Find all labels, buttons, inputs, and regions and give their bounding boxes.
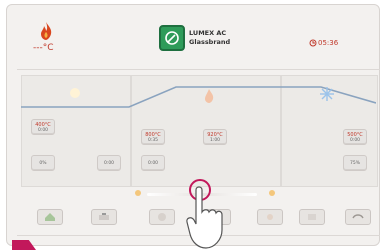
slider-end-dot: [269, 190, 275, 196]
cooling-rate-tile[interactable]: 75%: [343, 155, 367, 171]
current-temperature: ---°C: [33, 43, 54, 53]
temperature-curve: [21, 86, 376, 108]
device-subtitle: Glassbrand: [189, 38, 231, 46]
flame-icon-small: [205, 89, 214, 103]
timer-readout: 05:36: [318, 39, 339, 47]
firing-curve: 400°C 0:00 0% 0:00 800°C 0:35 920°C 1:00 0:…: [21, 75, 378, 187]
list-icon: [308, 214, 316, 220]
night-button[interactable]: [149, 209, 175, 225]
pointing-hand-icon: [186, 179, 223, 249]
back-arrow-icon: [352, 214, 364, 219]
night-icon: [158, 213, 166, 221]
clock-icon: [309, 39, 317, 47]
edit-icon: [99, 213, 109, 220]
list-button[interactable]: [299, 209, 325, 225]
cooling-temp-tile[interactable]: 500°C 0:00: [343, 129, 367, 145]
slider-start-dot: [135, 190, 141, 196]
brand-logo: [159, 25, 185, 51]
header-divider: [17, 69, 380, 70]
home-button[interactable]: [37, 209, 63, 225]
firing-hold-tile[interactable]: 0:00: [141, 155, 165, 171]
snowflake-icon: [320, 87, 334, 101]
preheat-hold-tile[interactable]: 0:00: [97, 155, 121, 171]
device-name: LUMEX AC: [189, 29, 227, 37]
back-button[interactable]: [345, 209, 371, 225]
firing-temp2-tile[interactable]: 920°C 1:00: [203, 129, 227, 145]
sun-button[interactable]: [257, 209, 283, 225]
firing-temp1-tile[interactable]: 800°C 0:35: [141, 129, 165, 145]
sun-icon: [267, 214, 273, 220]
furnace-logo-icon: [165, 31, 179, 45]
flame-icon: [41, 22, 52, 40]
home-icon: [45, 213, 55, 221]
preheat-rate-tile[interactable]: 0%: [31, 155, 55, 171]
preheat-glow-icon: [70, 88, 80, 98]
preheat-temp-tile[interactable]: 400°C 0:00: [31, 119, 55, 135]
edit-button[interactable]: [91, 209, 117, 225]
